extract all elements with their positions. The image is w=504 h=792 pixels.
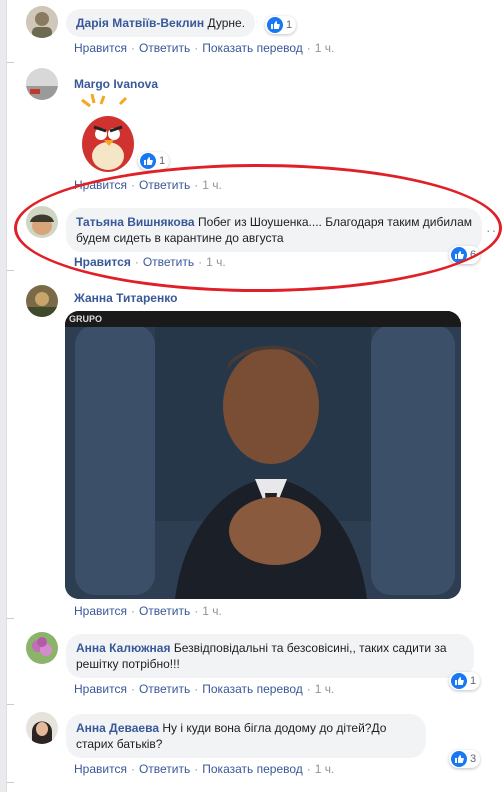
thread-divider	[7, 618, 14, 619]
avatar[interactable]	[26, 712, 58, 744]
comment-text: Дурне.	[207, 16, 246, 30]
reply-link[interactable]: Ответить	[139, 178, 190, 192]
reply-link[interactable]: Ответить	[139, 41, 190, 55]
like-icon	[267, 17, 283, 33]
comment-author[interactable]: Татьяна Вишнякова	[76, 215, 195, 229]
comment-bubble: Анна Калюжная Безвідповідальні та безсов…	[66, 634, 474, 678]
comment-actions: Нравится · Ответить · 1 ч.	[74, 255, 226, 269]
watermark-logo: GRUPO	[69, 314, 103, 324]
avatar[interactable]	[26, 6, 58, 38]
translate-link[interactable]: Показать перевод	[202, 41, 303, 55]
reaction-count[interactable]: 1	[138, 152, 170, 170]
reaction-count[interactable]: 6	[449, 246, 481, 264]
comment-author[interactable]: Анна Калюжная	[76, 641, 170, 655]
translate-link[interactable]: Показать перевод	[202, 682, 303, 696]
comment-author[interactable]: Margo Ivanova	[74, 77, 158, 91]
timestamp[interactable]: 1 ч.	[206, 255, 226, 269]
like-link[interactable]: Нравится	[74, 255, 131, 269]
timestamp[interactable]: 1 ч.	[202, 178, 222, 192]
sticker-image	[74, 93, 144, 174]
gif-image[interactable]: GRUPO	[65, 311, 461, 599]
like-link[interactable]: Нравится	[74, 41, 127, 55]
like-link[interactable]: Нравится	[74, 682, 127, 696]
comment-bubble: Дарія Матвіїв-Веклин Дурне.	[66, 9, 256, 37]
timestamp[interactable]: 1 ч.	[315, 762, 335, 776]
translate-link[interactable]: Показать перевод	[202, 762, 303, 776]
comment-author[interactable]: Анна Деваева	[76, 721, 159, 735]
timestamp[interactable]: 1 ч.	[315, 41, 335, 55]
timestamp[interactable]: 1 ч.	[202, 604, 222, 618]
comment-actions: Нравится · Ответить · Показать перевод · 1 ч.	[74, 762, 335, 776]
like-link[interactable]: Нравится	[74, 178, 127, 192]
avatar[interactable]	[26, 68, 58, 100]
thread-divider	[7, 62, 14, 63]
reaction-count[interactable]: 1	[449, 672, 481, 690]
comment-bubble: Анна Деваева Ну і куди вона бігла додому…	[66, 714, 426, 758]
like-icon	[451, 751, 467, 767]
reply-link[interactable]: Ответить	[143, 255, 194, 269]
more-options-icon[interactable]: ···	[486, 222, 503, 238]
like-icon	[140, 153, 156, 169]
comment-actions: Нравится · Ответить · 1 ч.	[74, 604, 222, 618]
left-gutter	[0, 0, 7, 792]
comment-actions: Нравится · Ответить · Показать перевод · 1 ч.	[74, 41, 335, 55]
reply-link[interactable]: Ответить	[139, 604, 190, 618]
avatar[interactable]	[26, 285, 58, 317]
reaction-count[interactable]: 3	[449, 750, 481, 768]
thread-divider	[7, 704, 14, 705]
comment-actions: Нравится · Ответить · Показать перевод · 1 ч.	[74, 682, 335, 696]
comment-author[interactable]: Дарія Матвіїв-Веклин	[76, 16, 204, 30]
like-icon	[451, 673, 467, 689]
timestamp[interactable]: 1 ч.	[315, 682, 335, 696]
thread-divider	[7, 270, 14, 271]
thread-divider	[7, 782, 14, 783]
reply-link[interactable]: Ответить	[139, 762, 190, 776]
reaction-count[interactable]: 1	[265, 16, 297, 34]
avatar[interactable]	[26, 206, 58, 238]
comment-author[interactable]: Жанна Титаренко	[74, 291, 177, 305]
comment-bubble: Татьяна Вишнякова Побег из Шоушенка.... …	[66, 208, 482, 252]
like-link[interactable]: Нравится	[74, 762, 127, 776]
reply-link[interactable]: Ответить	[139, 682, 190, 696]
like-link[interactable]: Нравится	[74, 604, 127, 618]
comment-actions: Нравится · Ответить · 1 ч.	[74, 178, 222, 192]
like-icon	[451, 247, 467, 263]
avatar[interactable]	[26, 632, 58, 664]
